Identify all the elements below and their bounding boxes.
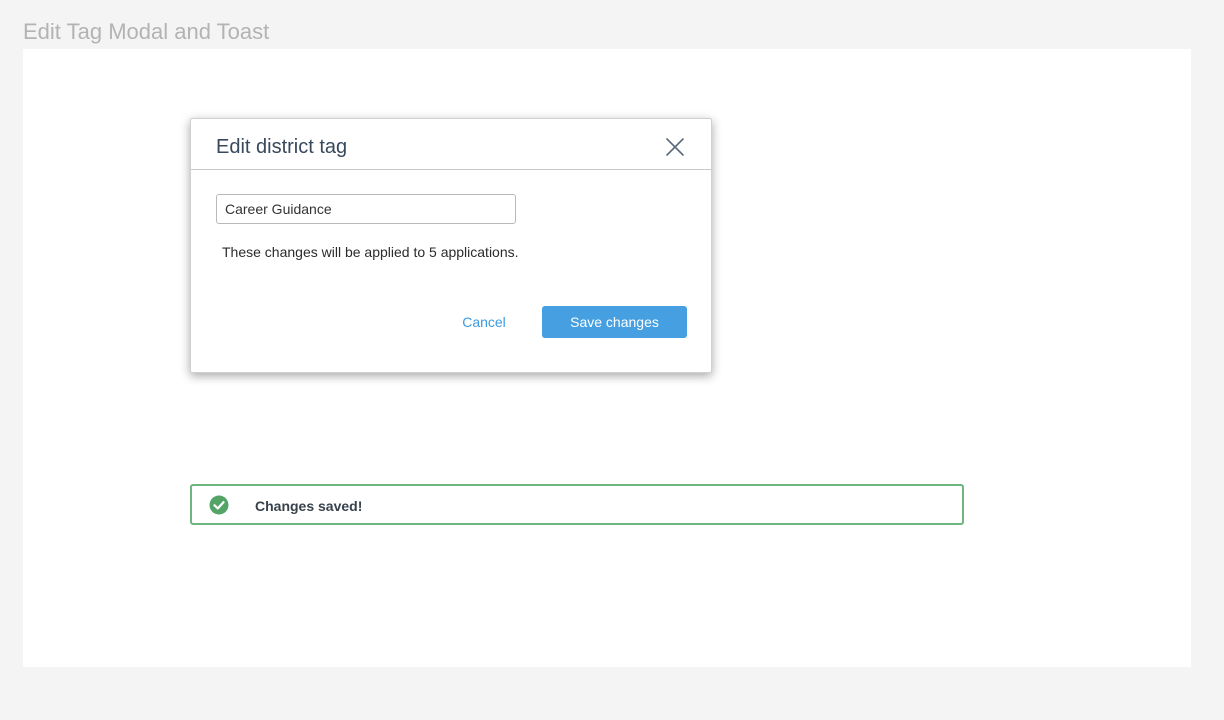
check-circle-icon bbox=[209, 495, 229, 515]
frame-title: Edit Tag Modal and Toast bbox=[23, 19, 270, 44]
modal-header: Edit district tag bbox=[191, 119, 711, 170]
toast-message: Changes saved! bbox=[255, 498, 363, 514]
edit-tag-modal: Edit district tag These changes will be … bbox=[190, 118, 712, 373]
close-icon bbox=[666, 138, 684, 156]
apply-note: These changes will be applied to 5 appli… bbox=[222, 244, 519, 260]
cancel-button[interactable]: Cancel bbox=[453, 306, 515, 338]
canvas: Edit district tag These changes will be … bbox=[23, 49, 1191, 667]
save-changes-button[interactable]: Save changes bbox=[542, 306, 687, 338]
modal-title: Edit district tag bbox=[216, 136, 348, 158]
tag-name-input[interactable] bbox=[216, 194, 516, 224]
close-button[interactable] bbox=[664, 136, 686, 158]
success-toast: Changes saved! bbox=[190, 484, 964, 525]
